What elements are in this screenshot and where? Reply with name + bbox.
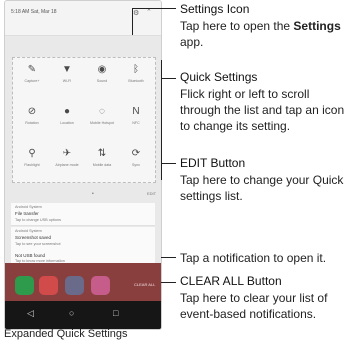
- chevron-up-icon[interactable]: ⌃: [146, 8, 152, 16]
- nfc-icon: N: [132, 106, 140, 117]
- callout-quick-settings-title: Quick Settings: [180, 70, 258, 84]
- callout-quick-settings-text: Flick right or left to scroll through th…: [180, 87, 345, 133]
- callout-line: [132, 8, 176, 9]
- mobile-data-icon: ⇅: [97, 148, 107, 159]
- callout-text-bold: Settings: [293, 19, 341, 33]
- notification-source: Android System: [15, 229, 42, 233]
- location-icon: ●: [63, 106, 71, 117]
- notification-title: Screenshot saved: [15, 235, 52, 240]
- callout-edit-text: Tap here to change your Quick settings l…: [180, 173, 344, 203]
- callout-text-part: Tap here to open the: [180, 19, 294, 33]
- tile-label: Mobile Hotspot: [90, 121, 114, 125]
- notification-item[interactable]: Android System Screenshot saved Tap to s…: [11, 227, 155, 252]
- tile-nfc[interactable]: N NFC: [119, 102, 153, 136]
- tile-rotation[interactable]: ⊘ Rotation: [15, 102, 49, 136]
- tile-label: Sync: [132, 163, 140, 167]
- clear-all-button[interactable]: CLEAR ALL: [134, 282, 155, 287]
- callout-line: [161, 257, 176, 258]
- tile-label: Wi-Fi: [62, 79, 72, 83]
- tile-label: Airplane mode: [55, 163, 79, 167]
- notification-title: Not USB found: [15, 253, 46, 258]
- callout-edit-title: EDIT Button: [180, 156, 246, 170]
- capture-icon: ✎: [27, 64, 37, 75]
- gear-icon[interactable]: ⚙: [133, 9, 139, 17]
- tile-label: Rotation: [25, 121, 39, 125]
- notification-title: File transfer: [15, 211, 39, 216]
- home-icon[interactable]: ○: [69, 308, 74, 318]
- sound-icon: ◉: [97, 64, 107, 75]
- tile-label: Location: [60, 121, 74, 125]
- status-bar: 5:18 AM Sat, Mar 18 ⚙ ⌃: [5, 1, 161, 36]
- tile-label: Mobile data: [92, 163, 112, 167]
- tile-bluetooth[interactable]: ᛒ Bluetooth: [119, 60, 153, 94]
- tile-wifi[interactable]: ▼ Wi-Fi: [50, 60, 84, 94]
- bluetooth-icon: ᛒ: [133, 64, 139, 75]
- tile-capture[interactable]: ✎ Capture+: [15, 60, 49, 94]
- callout-notification-text: Tap a notification to open it.: [180, 251, 327, 265]
- notification-text: Tap to see your screenshot: [15, 242, 61, 246]
- callout-line: [161, 78, 176, 79]
- notification-text: Tap to change USB options: [15, 218, 62, 222]
- phone-screen: 5:18 AM Sat, Mar 18 ⚙ ⌃ ✎ Capture+ ▼ Wi-…: [4, 0, 162, 330]
- status-time: 5:18 AM Sat, Mar 18: [11, 9, 57, 15]
- tile-flashlight[interactable]: ⚲ Flashlight: [15, 144, 49, 178]
- back-icon[interactable]: ◁: [27, 308, 34, 319]
- callout-line: [161, 282, 176, 283]
- quick-settings-panel: ✎ Capture+ ▼ Wi-Fi ◉ Sound ᛒ Bluetooth ⊘…: [12, 57, 156, 183]
- callout-line: [161, 163, 176, 164]
- callout-clear-all-title: CLEAR ALL Button: [180, 274, 282, 288]
- navigation-bar: ◁ ○ □: [5, 301, 161, 329]
- callout-settings-text: Tap here to open the Settings app.: [180, 18, 350, 50]
- tile-label: NFC: [132, 121, 140, 125]
- callout-text-part: app.: [180, 35, 204, 49]
- tile-label: Bluetooth: [128, 79, 144, 83]
- hotspot-icon: ◌: [99, 106, 105, 117]
- tile-sound[interactable]: ◉ Sound: [85, 60, 119, 94]
- wifi-icon: ▼: [62, 64, 72, 75]
- page-indicator: •: [92, 191, 94, 197]
- rotation-icon: ⊘: [27, 106, 37, 117]
- sync-icon: ⟳: [131, 148, 141, 159]
- airplane-icon: ✈: [62, 148, 72, 159]
- figure-caption: Expanded Quick Settings: [4, 328, 128, 340]
- messages-app-icon[interactable]: [39, 276, 58, 295]
- phone-app-icon[interactable]: [15, 276, 34, 295]
- edit-button[interactable]: EDIT: [147, 191, 156, 196]
- flashlight-icon: ⚲: [28, 148, 36, 159]
- callout-clear-all-text: Tap here to clear your list of event-bas…: [180, 291, 328, 321]
- recents-icon[interactable]: □: [113, 308, 118, 318]
- tile-sync[interactable]: ⟳ Sync: [119, 144, 153, 178]
- tile-mobile-data[interactable]: ⇅ Mobile data: [85, 144, 119, 178]
- tile-label: Sound: [96, 79, 108, 83]
- tile-hotspot[interactable]: ◌ Mobile Hotspot: [85, 102, 119, 136]
- notification-source: Android System: [15, 205, 42, 209]
- notification-item[interactable]: Android System File transfer Tap to chan…: [11, 203, 155, 226]
- tile-label: Capture+: [24, 79, 40, 83]
- contacts-app-icon[interactable]: [65, 276, 84, 295]
- callout-line: [132, 8, 133, 35]
- tile-location[interactable]: ● Location: [50, 102, 84, 136]
- camera-app-icon[interactable]: [91, 276, 110, 295]
- tile-label: Flashlight: [24, 163, 40, 167]
- callout-settings-title: Settings Icon: [180, 2, 250, 16]
- tile-airplane[interactable]: ✈ Airplane mode: [50, 144, 84, 178]
